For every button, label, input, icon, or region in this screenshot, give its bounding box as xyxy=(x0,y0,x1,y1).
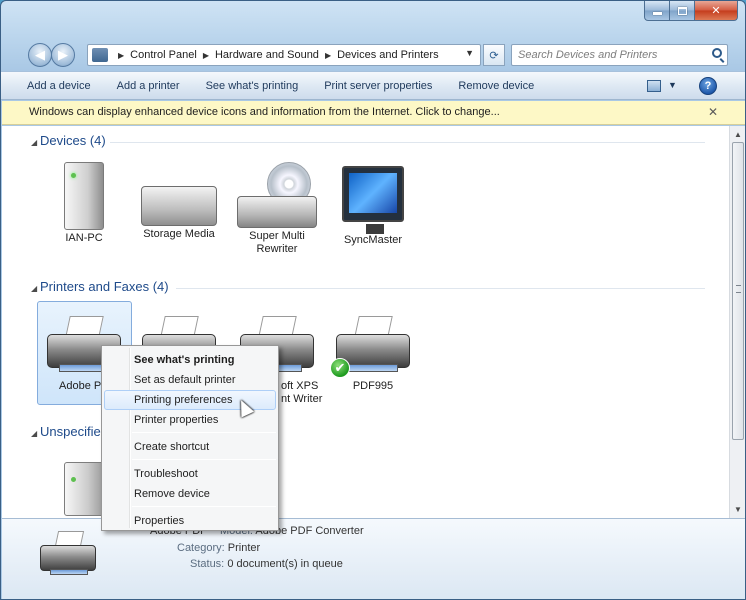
minimize-icon xyxy=(652,12,662,15)
refresh-icon: ⟳ xyxy=(489,49,499,62)
printer-icon: ✔ xyxy=(330,316,412,378)
menu-separator xyxy=(132,432,276,433)
breadcrumb-hardware-and-sound[interactable]: Hardware and Sound xyxy=(215,49,319,61)
group-title: Unspecifie xyxy=(40,424,101,439)
details-category-value: Printer xyxy=(227,542,261,554)
printer-pdf995[interactable]: ✔ PDF995 xyxy=(327,304,419,393)
breadcrumb-control-panel[interactable]: Control Panel xyxy=(130,49,197,61)
address-bar[interactable]: ▶ Control Panel ▶ Hardware and Sound ▶ D… xyxy=(87,44,481,66)
change-view-icon[interactable] xyxy=(647,80,661,92)
details-status-key: Status: xyxy=(190,558,225,570)
details-category: Category: Printer xyxy=(177,542,260,554)
monitor-stand xyxy=(366,224,384,234)
information-bar[interactable]: Windows can display enhanced device icon… xyxy=(2,101,745,125)
menu-item-properties[interactable]: Properties xyxy=(104,511,276,531)
drive-icon xyxy=(237,196,317,228)
maximize-icon xyxy=(677,6,687,15)
storage-drive-icon xyxy=(141,186,217,226)
device-label: PDF995 xyxy=(352,380,394,392)
scroll-down-icon[interactable]: ▼ xyxy=(734,505,742,514)
scrollbar-thumb[interactable] xyxy=(732,142,744,440)
print-server-properties-button[interactable]: Print server properties xyxy=(311,80,445,92)
menu-separator xyxy=(132,459,276,460)
information-bar-text: Windows can display enhanced device icon… xyxy=(29,106,500,118)
menu-item-see-whats-printing[interactable]: See what's printing xyxy=(104,350,276,370)
menu-item-set-default-printer[interactable]: Set as default printer xyxy=(104,370,276,390)
details-status: Status: 0 document(s) in queue xyxy=(190,558,343,570)
search-placeholder: Search Devices and Printers xyxy=(518,49,658,61)
close-button[interactable]: ✕ xyxy=(695,1,738,21)
minimize-button[interactable] xyxy=(644,1,670,21)
forward-arrow-icon: ▶ xyxy=(58,47,68,62)
breadcrumb-separator-icon[interactable]: ▶ xyxy=(118,51,124,60)
menu-separator xyxy=(132,506,276,507)
collapse-icon[interactable]: ◢ xyxy=(31,429,37,438)
back-button[interactable]: ◀ xyxy=(28,43,52,67)
device-label: Storage Media xyxy=(143,228,215,240)
forward-button[interactable]: ▶ xyxy=(51,43,75,67)
group-header-devices[interactable]: ◢ Devices (4) xyxy=(2,133,729,153)
see-whats-printing-button[interactable]: See what's printing xyxy=(193,80,312,92)
printer-icon xyxy=(40,531,98,579)
computer-icon xyxy=(64,162,104,230)
refresh-button[interactable]: ⟳ xyxy=(483,44,505,66)
breadcrumb-separator-icon[interactable]: ▶ xyxy=(325,51,331,60)
search-icon[interactable] xyxy=(712,48,722,58)
computer-icon xyxy=(64,462,104,516)
breadcrumb-devices-and-printers[interactable]: Devices and Printers xyxy=(337,49,439,61)
remove-device-button[interactable]: Remove device xyxy=(445,80,547,92)
address-dropdown-icon[interactable]: ▼ xyxy=(465,48,474,58)
device-label: Super Multi Rewriter xyxy=(249,230,305,255)
command-bar: Add a device Add a printer See what's pr… xyxy=(1,71,745,100)
monitor-screen xyxy=(349,173,397,213)
add-device-button[interactable]: Add a device xyxy=(1,80,104,92)
device-storage-media[interactable]: Storage Media xyxy=(133,160,225,241)
caption-buttons: ✕ xyxy=(644,1,738,21)
collapse-icon[interactable]: ◢ xyxy=(31,138,37,147)
group-divider xyxy=(176,288,705,289)
device-super-multi-rewriter[interactable]: Super Multi Rewriter xyxy=(231,160,323,256)
scroll-up-icon[interactable]: ▲ xyxy=(734,130,742,139)
device-ian-pc[interactable]: IAN-PC xyxy=(38,160,130,245)
close-icon: ✕ xyxy=(711,5,721,17)
optical-drive-icon xyxy=(237,162,317,228)
menu-item-create-shortcut[interactable]: Create shortcut xyxy=(104,437,276,457)
monitor-icon xyxy=(342,166,404,234)
collapse-icon[interactable]: ◢ xyxy=(31,284,37,293)
vertical-scrollbar[interactable]: ▲ ▼ xyxy=(729,126,745,518)
device-label: SyncMaster xyxy=(343,234,403,246)
device-label: IAN-PC xyxy=(65,232,103,244)
help-icon[interactable]: ? xyxy=(699,77,717,95)
view-dropdown-icon[interactable]: ▼ xyxy=(668,80,677,90)
breadcrumb-separator-icon[interactable]: ▶ xyxy=(203,51,209,60)
context-menu: See what's printing Set as default print… xyxy=(101,345,279,531)
maximize-button[interactable] xyxy=(670,1,695,21)
group-title: Printers and Faxes (4) xyxy=(40,279,169,294)
information-bar-close-icon[interactable]: ✕ xyxy=(708,105,718,119)
group-title: Devices (4) xyxy=(40,133,106,148)
search-input[interactable]: Search Devices and Printers xyxy=(511,44,728,66)
group-header-printers[interactable]: ◢ Printers and Faxes (4) xyxy=(2,279,729,299)
menu-item-remove-device[interactable]: Remove device xyxy=(104,484,276,504)
group-divider xyxy=(110,142,705,143)
control-panel-icon xyxy=(92,48,108,62)
details-status-value: 0 document(s) in queue xyxy=(227,558,343,570)
back-arrow-icon: ◀ xyxy=(35,47,45,62)
navigation-bar: ◀ ▶ ▶ Control Panel ▶ Hardware and Sound… xyxy=(1,39,745,69)
details-category-key: Category: xyxy=(177,542,225,554)
default-printer-check-icon: ✔ xyxy=(330,358,350,378)
menu-item-troubleshoot[interactable]: Troubleshoot xyxy=(104,464,276,484)
add-printer-button[interactable]: Add a printer xyxy=(104,80,193,92)
devices-and-printers-window: ✕ ◀ ▶ ▶ Control Panel ▶ Hardware and Sou… xyxy=(0,0,746,600)
device-syncmaster[interactable]: SyncMaster xyxy=(327,160,419,247)
